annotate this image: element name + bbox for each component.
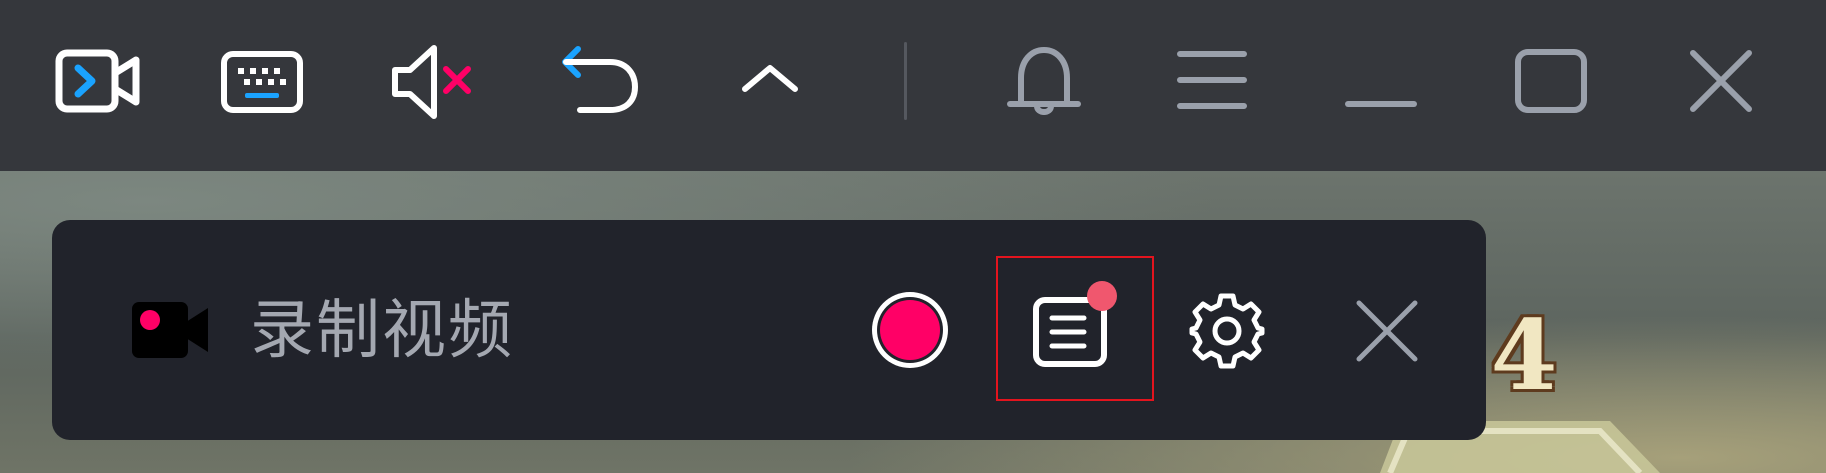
- minimize-icon[interactable]: [1344, 96, 1418, 112]
- bell-icon[interactable]: [1006, 44, 1082, 120]
- undo-icon[interactable]: [560, 44, 640, 116]
- chevron-up-icon[interactable]: [740, 62, 800, 96]
- menu-icon[interactable]: [1176, 48, 1248, 112]
- toolbar-divider: [904, 42, 907, 120]
- camera-record-icon[interactable]: [54, 46, 142, 116]
- recording-title: 录制视频: [250, 294, 514, 368]
- mute-icon[interactable]: [390, 44, 475, 120]
- maximize-icon[interactable]: [1514, 48, 1588, 114]
- top-toolbar: [0, 0, 1826, 171]
- close-icon[interactable]: [1688, 48, 1754, 114]
- keyboard-icon[interactable]: [221, 51, 303, 113]
- gear-icon[interactable]: [1188, 292, 1266, 370]
- notification-dot: [1087, 281, 1117, 311]
- video-camera-icon: [132, 302, 208, 358]
- panel-close-icon[interactable]: [1354, 298, 1420, 364]
- game-badge-number: 4: [1490, 299, 1558, 412]
- record-button[interactable]: [868, 288, 952, 372]
